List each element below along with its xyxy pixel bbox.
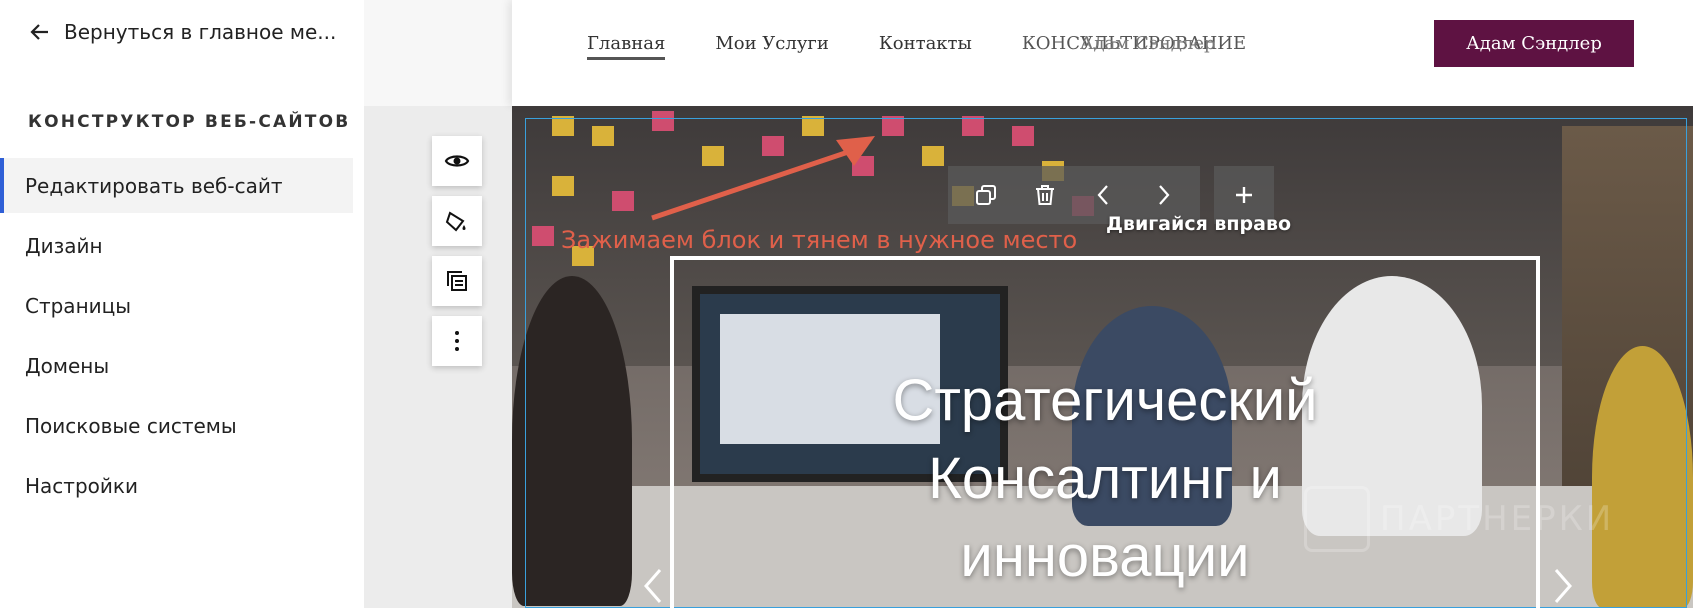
sidebar-item-label: Страницы <box>25 293 132 318</box>
sidebar-item-label: Дизайн <box>25 233 103 258</box>
hero-title-line: инновации <box>960 524 1250 589</box>
eye-icon <box>444 155 470 167</box>
site-nav-contacts[interactable]: Контакты <box>879 33 972 60</box>
site-nav-consulting-overlap[interactable]: КОНСУЛЬТИРОВАНИЕ Адам Сэндлер <box>1022 33 1296 60</box>
sidebar-item-label: Редактировать веб-сайт <box>25 173 283 198</box>
editor-sidebar: Вернуться в главное ме... КОНСТРУКТОР ВЕ… <box>0 0 364 608</box>
arrow-left-icon <box>30 24 48 40</box>
slider-next-arrow-icon[interactable] <box>1548 566 1578 606</box>
sidebar-item-settings[interactable]: Настройки <box>0 458 353 513</box>
trash-icon <box>1035 185 1054 205</box>
move-right-tooltip: Двигайся вправо <box>1106 213 1292 235</box>
sidebar-nav: Редактировать веб-сайт Дизайн Страницы Д… <box>0 158 353 518</box>
hero-title: Стратегический Консалтинг и инновации <box>670 362 1540 596</box>
sidebar-item-domains[interactable]: Домены <box>0 338 353 393</box>
design-style-button[interactable] <box>432 196 482 246</box>
annotation-arrow <box>651 136 875 221</box>
floating-tools <box>432 136 482 376</box>
preview-button[interactable] <box>432 136 482 186</box>
site-nav-overlap-name: Адам Сэндлер <box>1079 33 1216 54</box>
sidebar-item-design[interactable]: Дизайн <box>0 218 353 273</box>
back-to-main-menu-link[interactable]: Вернуться в главное ме... <box>28 20 336 44</box>
pages-copy-button[interactable] <box>432 256 482 306</box>
header-cta-button[interactable]: Адам Сэндлер <box>1434 20 1634 67</box>
site-nav-home[interactable]: Главная <box>587 33 666 60</box>
hero-title-line: Консалтинг и <box>928 446 1282 511</box>
copy-page-icon <box>447 271 467 291</box>
sidebar-item-pages[interactable]: Страницы <box>0 278 353 333</box>
sidebar-item-edit-website[interactable]: Редактировать веб-сайт <box>0 158 353 213</box>
site-header: Главная Мои Услуги Контакты КОНСУЛЬТИРОВ… <box>512 0 1693 106</box>
chevron-right-icon <box>1158 185 1169 205</box>
paint-bucket-icon <box>445 211 466 232</box>
more-options-button[interactable] <box>432 316 482 366</box>
hero-title-line: Стратегический <box>892 368 1318 433</box>
duplicate-block-button[interactable] <box>956 166 1015 224</box>
site-nav-services[interactable]: Мои Услуги <box>715 33 829 60</box>
site-nav: Главная Мои Услуги Контакты КОНСУЛЬТИРОВ… <box>587 33 1346 60</box>
delete-block-button[interactable] <box>1015 166 1074 224</box>
more-vertical-icon <box>455 331 459 351</box>
sidebar-item-label: Поисковые системы <box>25 413 237 438</box>
sidebar-item-label: Настройки <box>25 473 138 498</box>
duplicate-icon <box>975 185 996 205</box>
slider-prev-arrow-icon[interactable] <box>638 566 668 606</box>
plus-icon <box>1236 187 1252 203</box>
canvas-top-gutter <box>364 0 512 106</box>
sidebar-title: КОНСТРУКТОР ВЕБ-САЙТОВ <box>28 112 351 132</box>
chevron-left-icon <box>1097 185 1108 205</box>
annotation-text: Зажимаем блок и тянем в нужное место <box>561 226 1078 254</box>
sidebar-item-label: Домены <box>25 353 110 378</box>
sidebar-item-search-engines[interactable]: Поисковые системы <box>0 398 353 453</box>
back-link-label: Вернуться в главное ме... <box>64 20 337 44</box>
